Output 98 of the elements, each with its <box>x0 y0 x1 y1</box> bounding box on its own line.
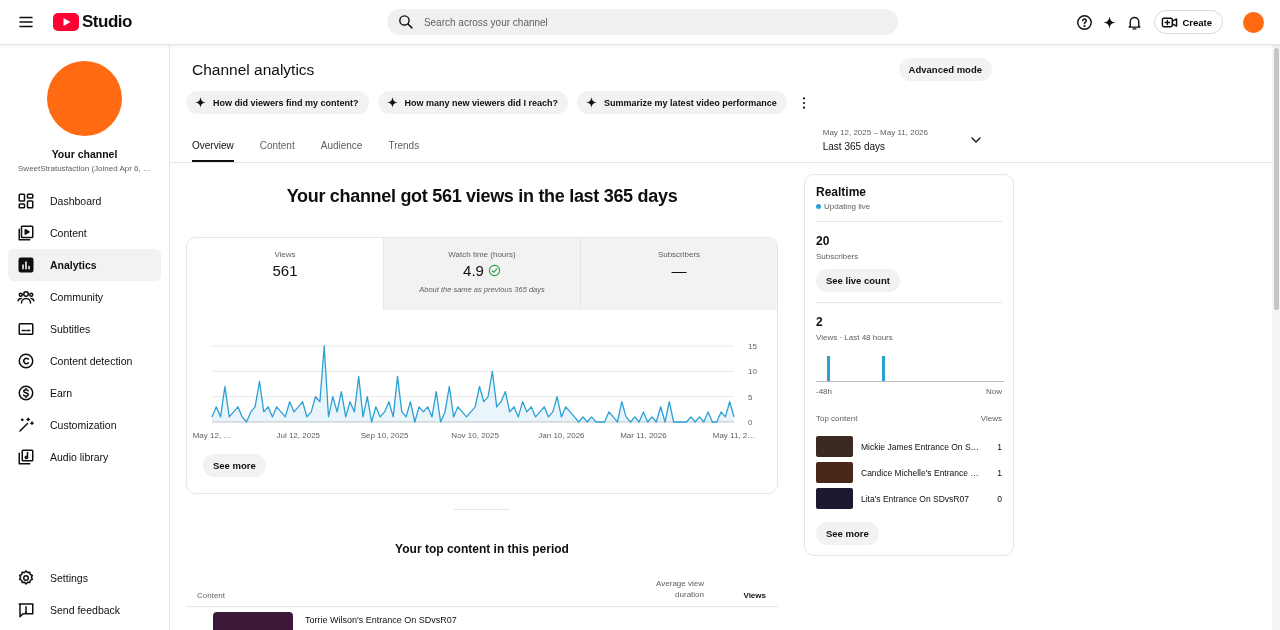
sidebar-item[interactable]: Settings <box>8 562 161 594</box>
dashboard-icon <box>17 192 35 210</box>
video-thumbnail[interactable] <box>816 436 853 457</box>
column-header: Views <box>980 414 1002 423</box>
y-axis-label: 10 <box>748 367 757 377</box>
dollar-icon <box>17 384 35 402</box>
video-title[interactable]: Candice Michelle's Entrance … <box>861 467 990 478</box>
sidebar-item[interactable]: Dashboard <box>8 185 161 217</box>
section-title: Your top content in this period <box>394 542 570 556</box>
channel-name: SweetStratusfaction (Joined Apr 6, … <box>17 164 152 173</box>
view-count: 1 <box>997 467 1002 478</box>
sidebar-item[interactable]: Analytics <box>8 249 161 281</box>
x-axis-label: Jul 12, 2025 <box>276 431 321 440</box>
sidebar-item[interactable]: Community <box>8 281 161 313</box>
y-axis-label: 5 <box>748 392 753 402</box>
feedback-icon <box>17 601 35 619</box>
date-range-picker[interactable]: May 12, 2025 – May 11, 2026 Last 365 days <box>816 127 990 162</box>
column-header: Average view duration <box>655 578 704 601</box>
check-circle-icon <box>487 264 501 277</box>
settings-icon <box>17 569 35 587</box>
status-text: Updating live <box>824 202 871 211</box>
sidebar-item[interactable]: Earn <box>8 377 161 409</box>
subscriber-label: Subscribers <box>816 252 860 261</box>
sidebar-item[interactable]: Customization <box>8 409 161 441</box>
x-axis-label: Sep 10, 2025 <box>360 431 409 440</box>
prompt-chip[interactable]: How many new viewers did I reach? <box>377 91 569 114</box>
tab[interactable]: Overview <box>192 122 234 162</box>
video-title[interactable]: Lita's Entrance On SDvsR07 <box>861 493 990 504</box>
sparkle-icon[interactable] <box>1102 14 1118 30</box>
prompt-chip[interactable]: How did viewers find my content? <box>186 91 369 114</box>
headline: Your channel got 561 views in the last 365 days <box>285 185 679 207</box>
axis-label: -48h <box>816 387 832 396</box>
search-icon <box>396 13 414 30</box>
video-thumbnail[interactable] <box>816 462 853 483</box>
logo-text[interactable]: Studio <box>82 12 132 32</box>
tab[interactable]: Trends <box>388 122 420 162</box>
sidebar-item[interactable]: Audio library <box>8 441 161 473</box>
video-title[interactable]: Torrie Wilson's Entrance On SDvsR07 <box>305 615 457 626</box>
y-axis-label: 15 <box>748 342 757 351</box>
see-live-count-button[interactable]: See live count <box>816 269 900 292</box>
view-count: 0 <box>997 493 1002 504</box>
card-title: Realtime <box>816 185 868 199</box>
metric-label: Watch time (hours) <box>448 250 516 259</box>
tab[interactable]: Content <box>259 122 295 162</box>
y-axis-label: 0 <box>748 418 753 427</box>
sparkle-icon <box>194 96 207 109</box>
metric-label: Subscribers <box>657 250 701 259</box>
advanced-mode-button[interactable]: Advanced mode <box>898 58 992 81</box>
date-range-label: Last 365 days <box>822 141 886 152</box>
magic-wand-icon <box>17 416 35 434</box>
sparkle-icon <box>585 96 599 109</box>
page-title: Channel analytics <box>192 60 315 79</box>
see-more-button[interactable]: See more <box>816 522 879 545</box>
subtitles-icon <box>17 320 35 338</box>
tab[interactable]: Audience <box>320 122 363 162</box>
video-stack-icon <box>17 224 35 242</box>
x-axis-label: Jan 10, 2026 <box>538 431 585 440</box>
create-button[interactable]: Create <box>1154 10 1223 34</box>
prompt-chip[interactable]: Summarize my latest video performance <box>577 91 787 114</box>
x-axis-label: Mar 11, 2026 <box>620 431 667 440</box>
subscriber-count: 20 <box>816 234 831 248</box>
sidebar-item[interactable]: Subtitles <box>8 313 161 345</box>
sidebar-item[interactable]: Content detection <box>8 345 161 377</box>
sidebar-item[interactable]: Send feedback <box>8 594 161 626</box>
sparkle-icon <box>385 96 399 109</box>
axis-label: Now <box>986 387 1002 396</box>
column-header[interactable]: Views <box>704 591 766 601</box>
video-title[interactable]: Mickie James Entrance On S… <box>861 441 990 452</box>
play-logo-icon[interactable] <box>53 13 79 31</box>
x-axis-label: Nov 10, 2025 <box>451 431 499 440</box>
video-thumbnail[interactable] <box>213 612 293 630</box>
people-icon <box>17 288 35 306</box>
column-header: Content <box>197 591 227 601</box>
metric-value: 561 <box>272 262 298 279</box>
music-library-icon <box>17 448 35 466</box>
see-more-button[interactable]: See more <box>203 454 266 477</box>
sidebar-item[interactable]: Content <box>8 217 161 249</box>
scrollbar-thumb[interactable] <box>1274 48 1279 310</box>
copyright-icon <box>17 352 35 370</box>
search-field[interactable]: Search across your channel <box>386 9 898 35</box>
views-label: Views · Last 48 hours <box>816 333 894 342</box>
metric-value: 4.9 <box>463 262 484 279</box>
views-count: 2 <box>816 315 824 329</box>
date-range-dates: May 12, 2025 – May 11, 2026 <box>822 128 928 137</box>
scrollbar[interactable] <box>1272 45 1280 630</box>
channel-title: Your channel <box>50 148 119 160</box>
avatar[interactable] <box>1243 11 1264 33</box>
live-dot <box>816 204 821 209</box>
column-header: Top content <box>816 414 858 423</box>
video-thumbnail[interactable] <box>816 488 853 509</box>
view-count: 1 <box>997 441 1002 452</box>
bar-chart-icon <box>17 256 35 274</box>
x-axis-label: May 11, 2… <box>712 431 756 440</box>
metric-label: Views <box>274 250 296 259</box>
x-axis-label: May 12, … <box>192 431 232 440</box>
metric-tab[interactable]: Subscribers — <box>580 238 777 310</box>
metric-value: — <box>671 262 687 279</box>
help-icon[interactable] <box>1076 13 1094 31</box>
